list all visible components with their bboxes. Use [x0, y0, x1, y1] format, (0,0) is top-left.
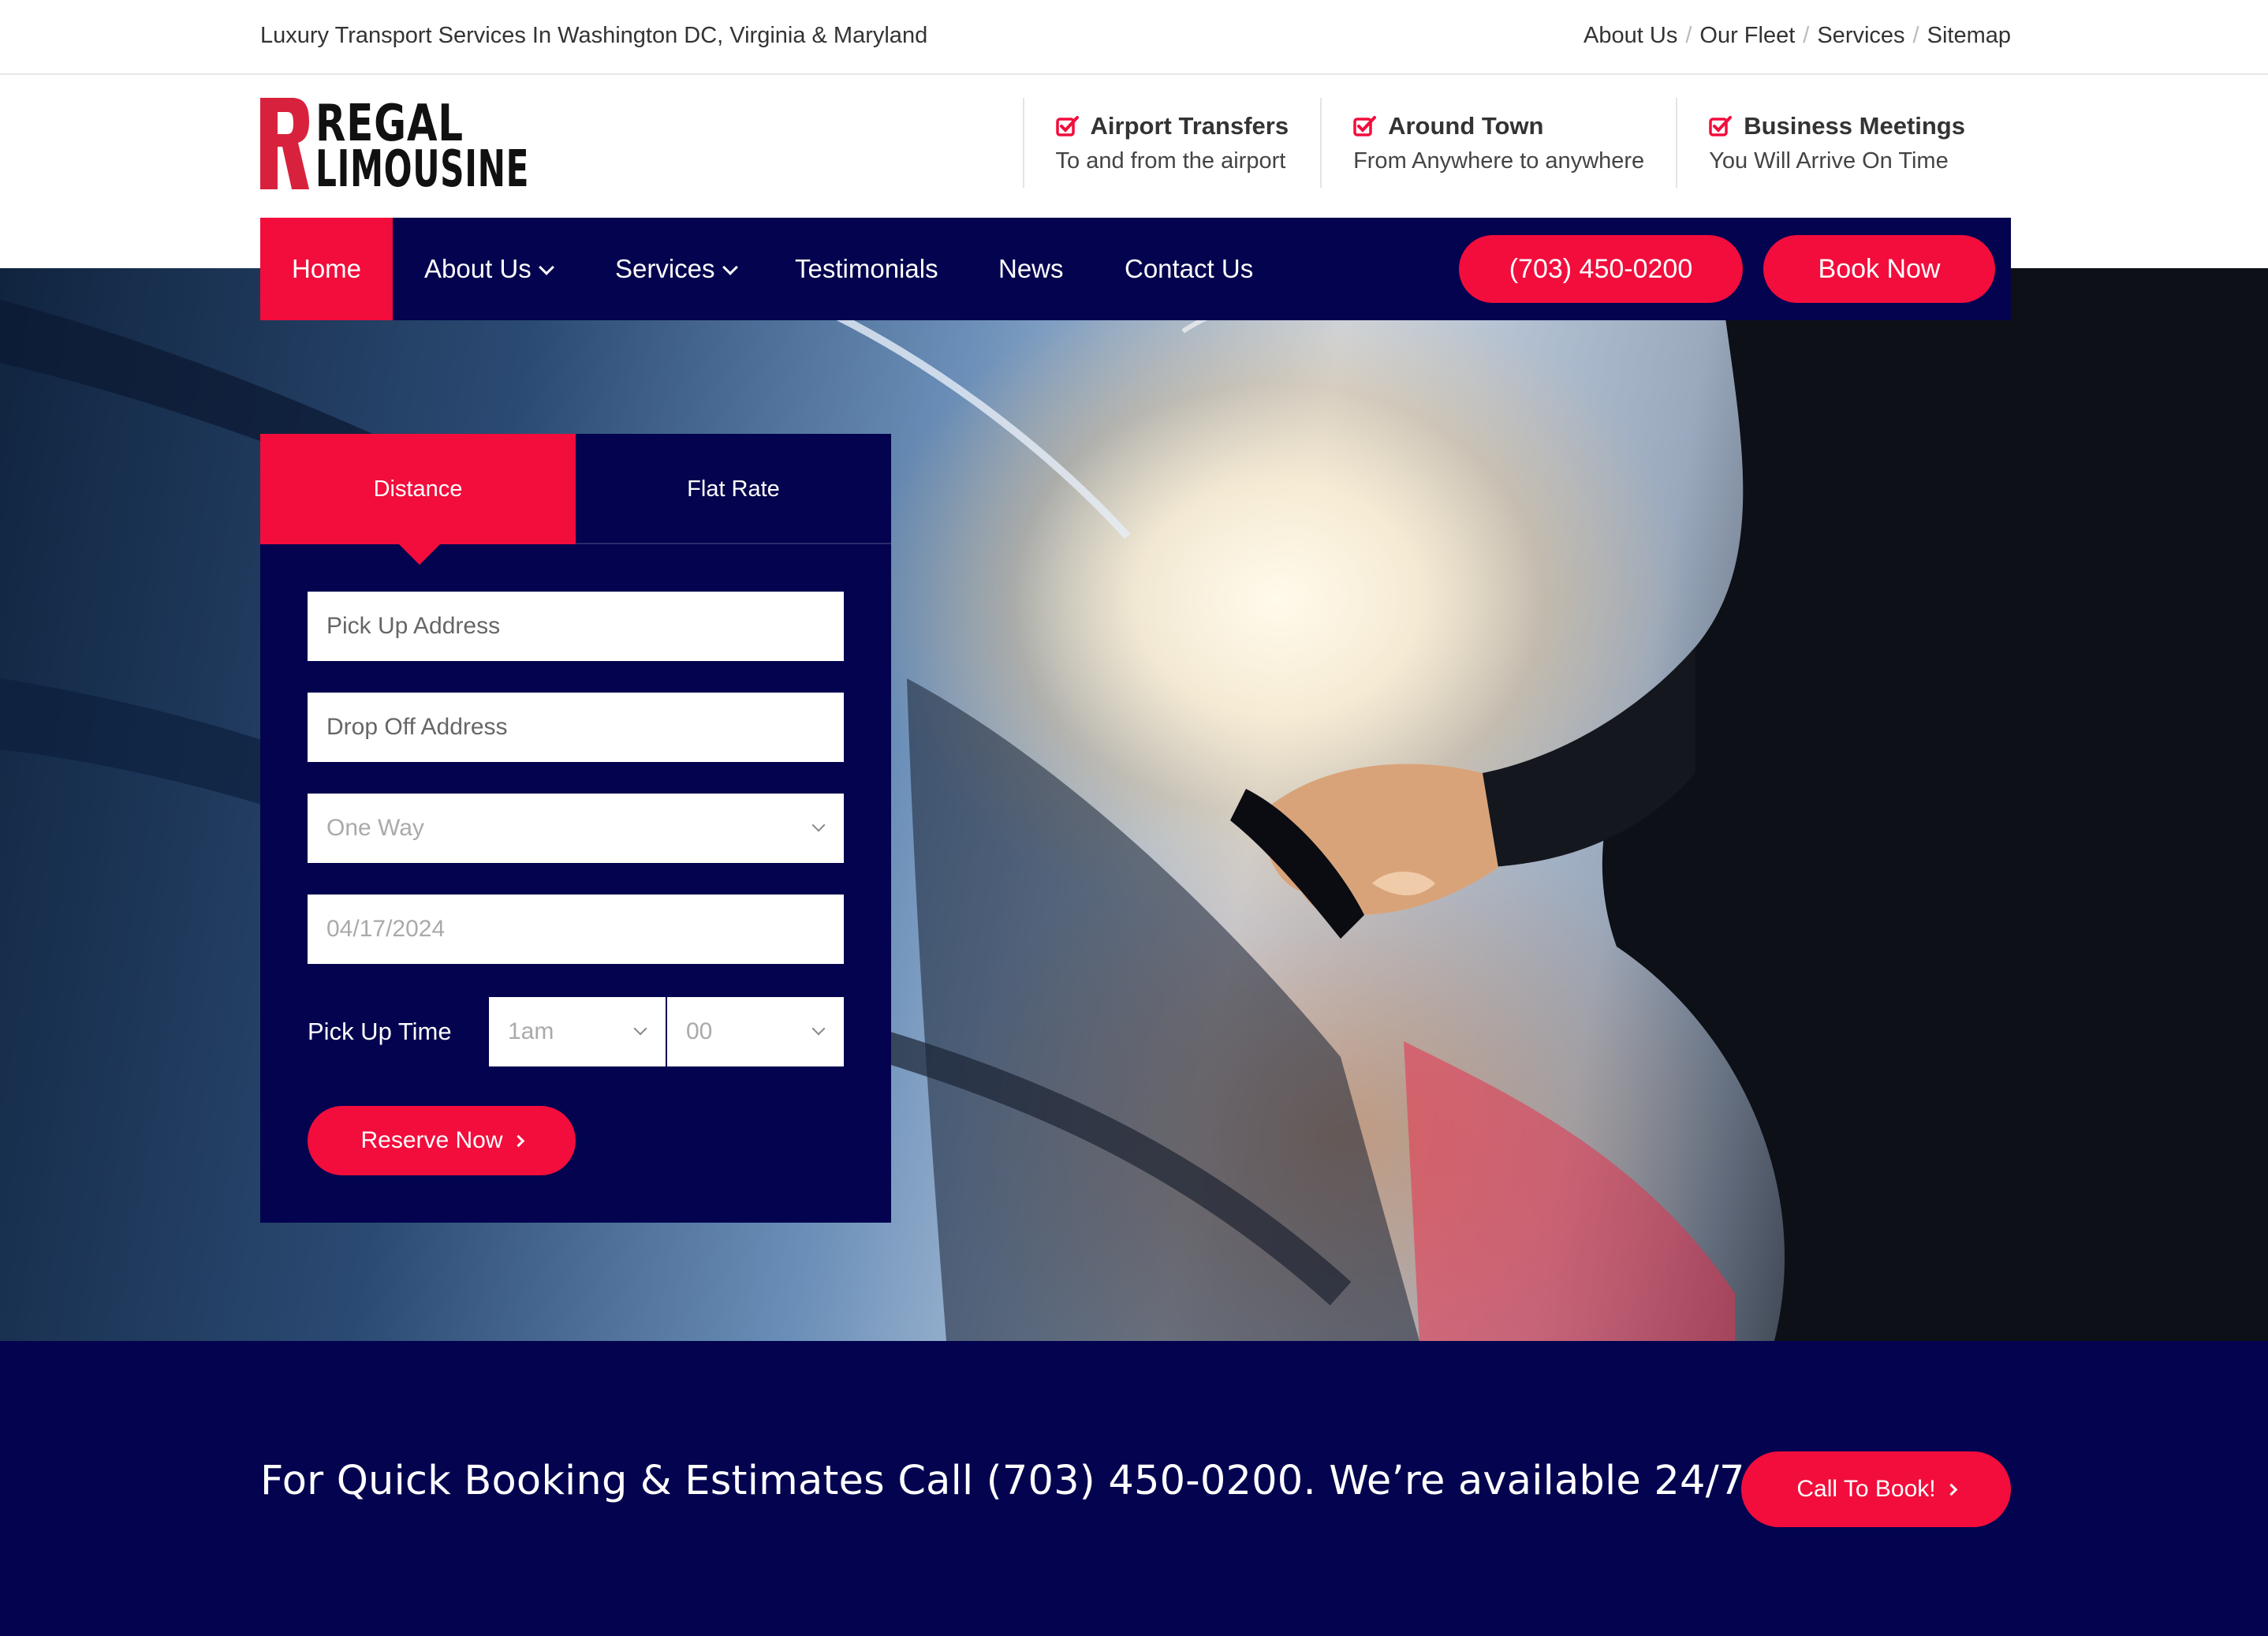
nav-news[interactable]: News: [967, 218, 1095, 320]
toplink-our-fleet[interactable]: Our Fleet: [1699, 23, 1795, 49]
nav-services[interactable]: Services: [584, 218, 767, 320]
toplink-services[interactable]: Services: [1817, 23, 1904, 49]
pickup-time-label: Pick Up Time: [308, 1018, 452, 1045]
call-to-action-band: For Quick Booking & Estimates Call (703)…: [0, 1341, 2268, 1636]
check-square-icon: [1353, 116, 1377, 136]
chevron-right-icon: [1945, 1483, 1957, 1496]
phone-button[interactable]: (703) 450-0200: [1459, 235, 1743, 303]
feature-business-meetings: Business Meetings You Will Arrive On Tim…: [1676, 98, 2011, 188]
chevron-down-icon: [538, 260, 554, 275]
hour-value: 1am: [508, 1018, 554, 1044]
feature-subtitle: You Will Arrive On Time: [1709, 148, 1949, 174]
call-to-book-button[interactable]: Call To Book!: [1741, 1451, 2011, 1527]
call-to-book-label: Call To Book!: [1796, 1476, 1936, 1502]
reserve-now-button[interactable]: Reserve Now: [308, 1106, 576, 1175]
chevron-down-icon: [811, 1022, 826, 1036]
nav-testimonials-label: Testimonials: [795, 254, 938, 283]
top-links: About Us / Our Fleet / Services / Sitema…: [1583, 23, 2011, 49]
booking-form: Distance Flat Rate Pick Up Address Drop …: [260, 434, 891, 1223]
check-square-icon: [1709, 116, 1733, 136]
chevron-right-icon: [512, 1134, 524, 1148]
trip-type-value: One Way: [326, 815, 424, 841]
reserve-now-label: Reserve Now: [360, 1127, 503, 1153]
tab-flat-rate[interactable]: Flat Rate: [576, 434, 891, 544]
separator: /: [1912, 23, 1919, 48]
chevron-down-icon: [633, 1022, 647, 1036]
separator: /: [1685, 23, 1692, 48]
feature-title: Around Town: [1388, 112, 1544, 140]
nav-testimonials[interactable]: Testimonials: [763, 218, 970, 320]
nav-news-label: News: [998, 254, 1064, 283]
trip-type-select[interactable]: One Way: [308, 794, 844, 863]
check-square-icon: [1055, 116, 1079, 136]
separator: /: [1803, 23, 1810, 48]
site-logo[interactable]: REGAL LIMOUSINE: [260, 95, 532, 199]
dropoff-address-input[interactable]: Drop Off Address: [308, 693, 844, 762]
feature-airport-transfers: Airport Transfers To and from the airpor…: [1022, 98, 1321, 188]
feature-title: Airport Transfers: [1090, 112, 1289, 140]
feature-title: Business Meetings: [1744, 112, 1965, 140]
nav-home[interactable]: Home: [260, 218, 394, 320]
nav-about-us-label: About Us: [424, 254, 532, 283]
nav-about-us[interactable]: About Us: [393, 218, 584, 320]
nav-services-label: Services: [615, 254, 715, 283]
nav-contact-us-label: Contact Us: [1125, 254, 1254, 283]
tagline: Luxury Transport Services In Washington …: [260, 23, 928, 48]
main-navigation: Home About Us Services Testimonials News…: [260, 218, 2011, 320]
date-input[interactable]: 04/17/2024: [308, 895, 844, 964]
minute-select[interactable]: 00: [667, 997, 844, 1066]
cta-message: For Quick Booking & Estimates Call (703)…: [260, 1458, 1762, 1504]
toplink-about-us[interactable]: About Us: [1583, 23, 1677, 49]
chevron-down-icon: [722, 260, 738, 275]
feature-around-town: Around Town From Anywhere to anywhere: [1320, 98, 1676, 188]
top-bar: Luxury Transport Services In Washington …: [0, 0, 2268, 75]
logo-r-mark: [260, 98, 309, 189]
chevron-down-icon: [811, 818, 826, 832]
toplink-sitemap[interactable]: Sitemap: [1927, 23, 2011, 49]
hour-select[interactable]: 1am: [489, 997, 666, 1066]
book-now-button[interactable]: Book Now: [1763, 235, 1995, 303]
tab-distance[interactable]: Distance: [260, 434, 576, 544]
logo-word-limousine: LIMOUSINE: [315, 140, 530, 199]
nav-contact-us[interactable]: Contact Us: [1093, 218, 1285, 320]
nav-home-label: Home: [292, 254, 362, 283]
minute-value: 00: [686, 1018, 713, 1044]
pickup-address-input[interactable]: Pick Up Address: [308, 592, 844, 661]
feature-highlights: Airport Transfers To and from the airpor…: [1022, 98, 2011, 188]
feature-subtitle: To and from the airport: [1055, 148, 1286, 174]
active-tab-pointer: [397, 543, 442, 565]
feature-subtitle: From Anywhere to anywhere: [1353, 148, 1645, 174]
